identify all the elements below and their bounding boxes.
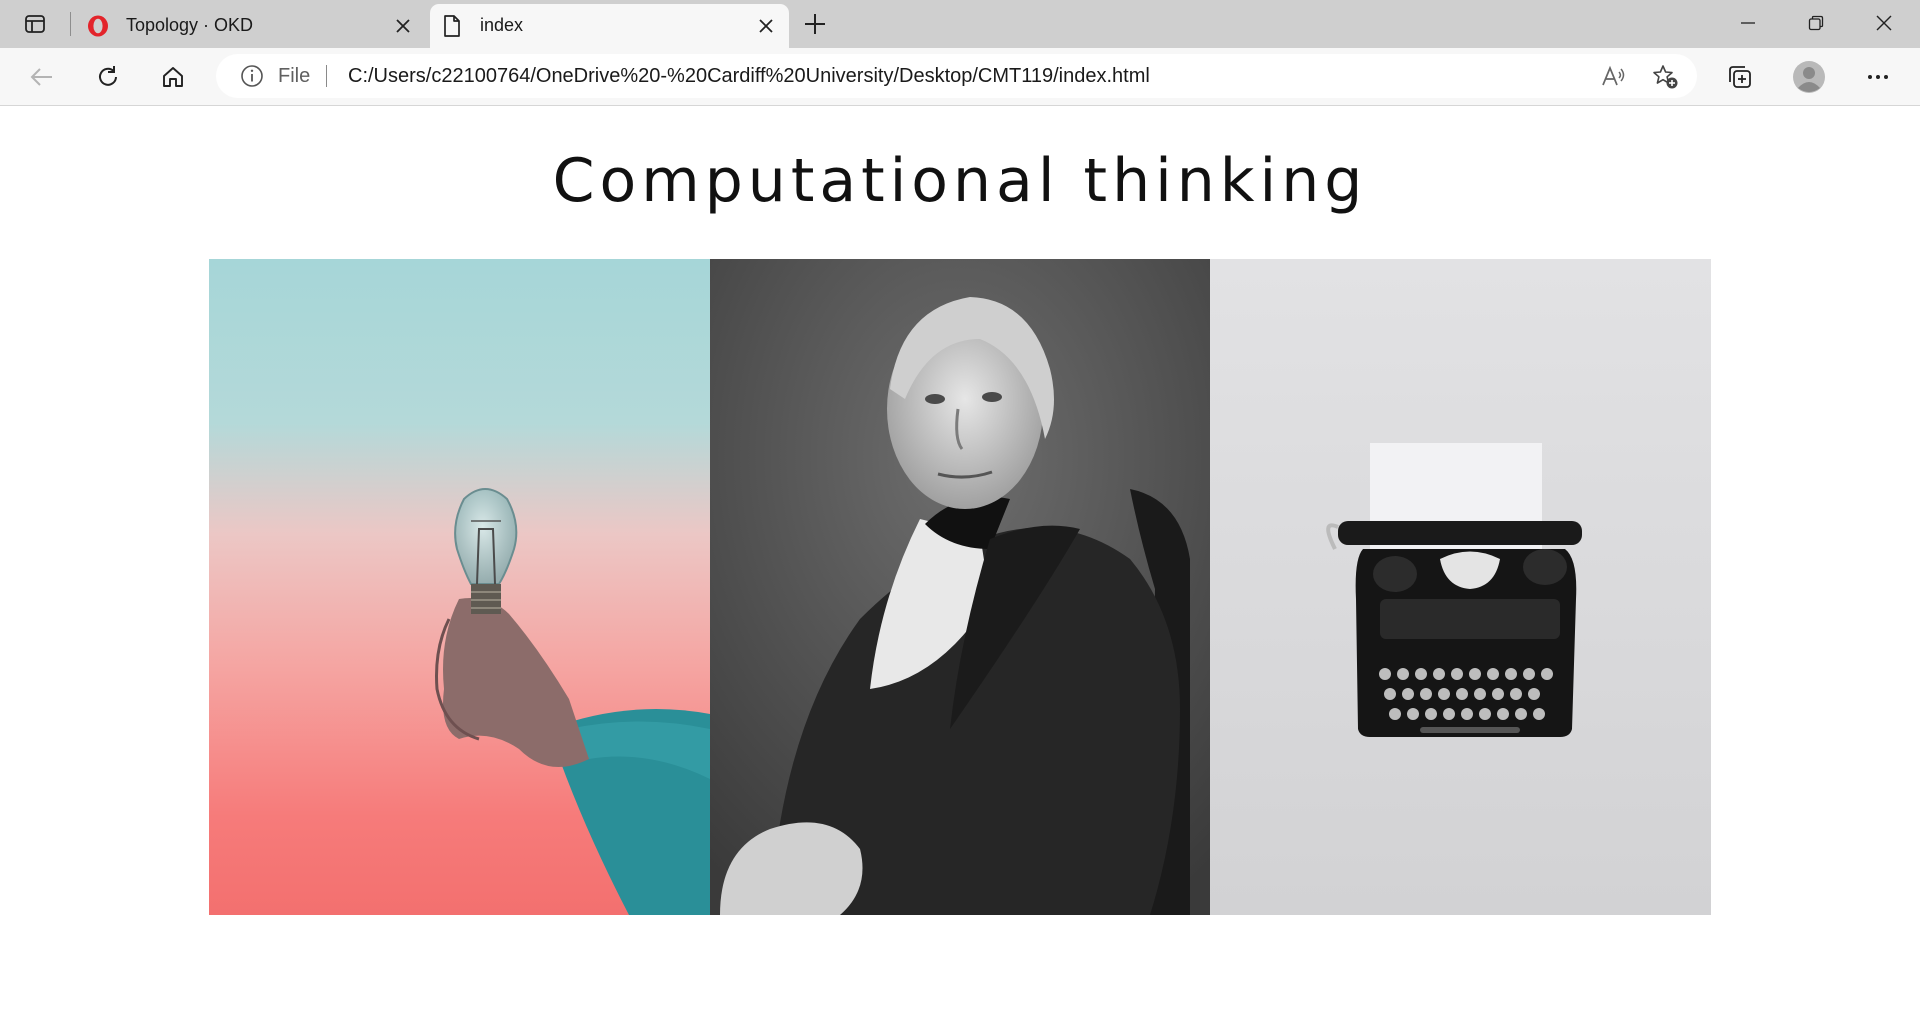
info-icon[interactable] xyxy=(240,64,264,88)
page-icon xyxy=(440,14,464,38)
url-text[interactable]: C:/Users/c22100764/OneDrive%20-%20Cardif… xyxy=(348,65,1150,88)
opera-icon xyxy=(86,14,110,38)
restore-button[interactable] xyxy=(1788,6,1844,40)
tab-topology[interactable]: Topology · OKD xyxy=(76,4,426,48)
close-icon xyxy=(1876,15,1892,31)
close-tab-icon[interactable] xyxy=(757,17,775,35)
profile-button[interactable] xyxy=(1791,59,1827,95)
tab-separator xyxy=(70,12,71,36)
image-gallery xyxy=(209,259,1711,915)
browser-toolbar: File C:/Users/c22100764/OneDrive%20-%20C… xyxy=(0,48,1920,106)
typewriter-image xyxy=(1210,259,1711,915)
close-tab-icon[interactable] xyxy=(394,17,412,35)
tab-title: index xyxy=(480,15,524,35)
address-bar[interactable]: File C:/Users/c22100764/OneDrive%20-%20C… xyxy=(216,54,1697,98)
read-aloud-icon[interactable] xyxy=(1599,63,1627,91)
minimize-button[interactable] xyxy=(1720,6,1776,40)
page-heading: Computational thinking xyxy=(552,146,1368,216)
web-page: Computational thinking xyxy=(0,106,1920,1020)
back-button[interactable] xyxy=(24,59,60,95)
more-icon xyxy=(1868,75,1888,79)
close-window-button[interactable] xyxy=(1856,6,1912,40)
avatar-icon xyxy=(1793,61,1825,93)
tab-title: Topology · OKD xyxy=(126,15,254,35)
add-favorite-icon[interactable] xyxy=(1651,63,1679,91)
refresh-icon xyxy=(99,66,117,86)
restore-icon xyxy=(1808,15,1824,31)
new-tab-button[interactable] xyxy=(800,10,830,38)
collections-button[interactable] xyxy=(1722,59,1758,95)
home-button[interactable] xyxy=(155,59,191,95)
scheme-label: File xyxy=(278,65,311,87)
minimize-icon xyxy=(1741,22,1755,24)
portrait-image xyxy=(710,259,1210,915)
address-separator xyxy=(326,65,327,87)
tab-strip: Topology · OKD index xyxy=(0,0,1920,48)
plus-icon xyxy=(805,14,825,34)
refresh-button[interactable] xyxy=(90,59,126,95)
tab-index[interactable]: index xyxy=(430,4,789,48)
lightbulb-image xyxy=(209,259,710,915)
tab-actions-icon xyxy=(25,15,45,33)
home-icon xyxy=(163,67,183,87)
collections-icon xyxy=(1729,66,1751,88)
back-arrow-icon xyxy=(30,68,52,86)
settings-more-button[interactable] xyxy=(1860,59,1896,95)
tab-actions-button[interactable] xyxy=(16,9,54,39)
